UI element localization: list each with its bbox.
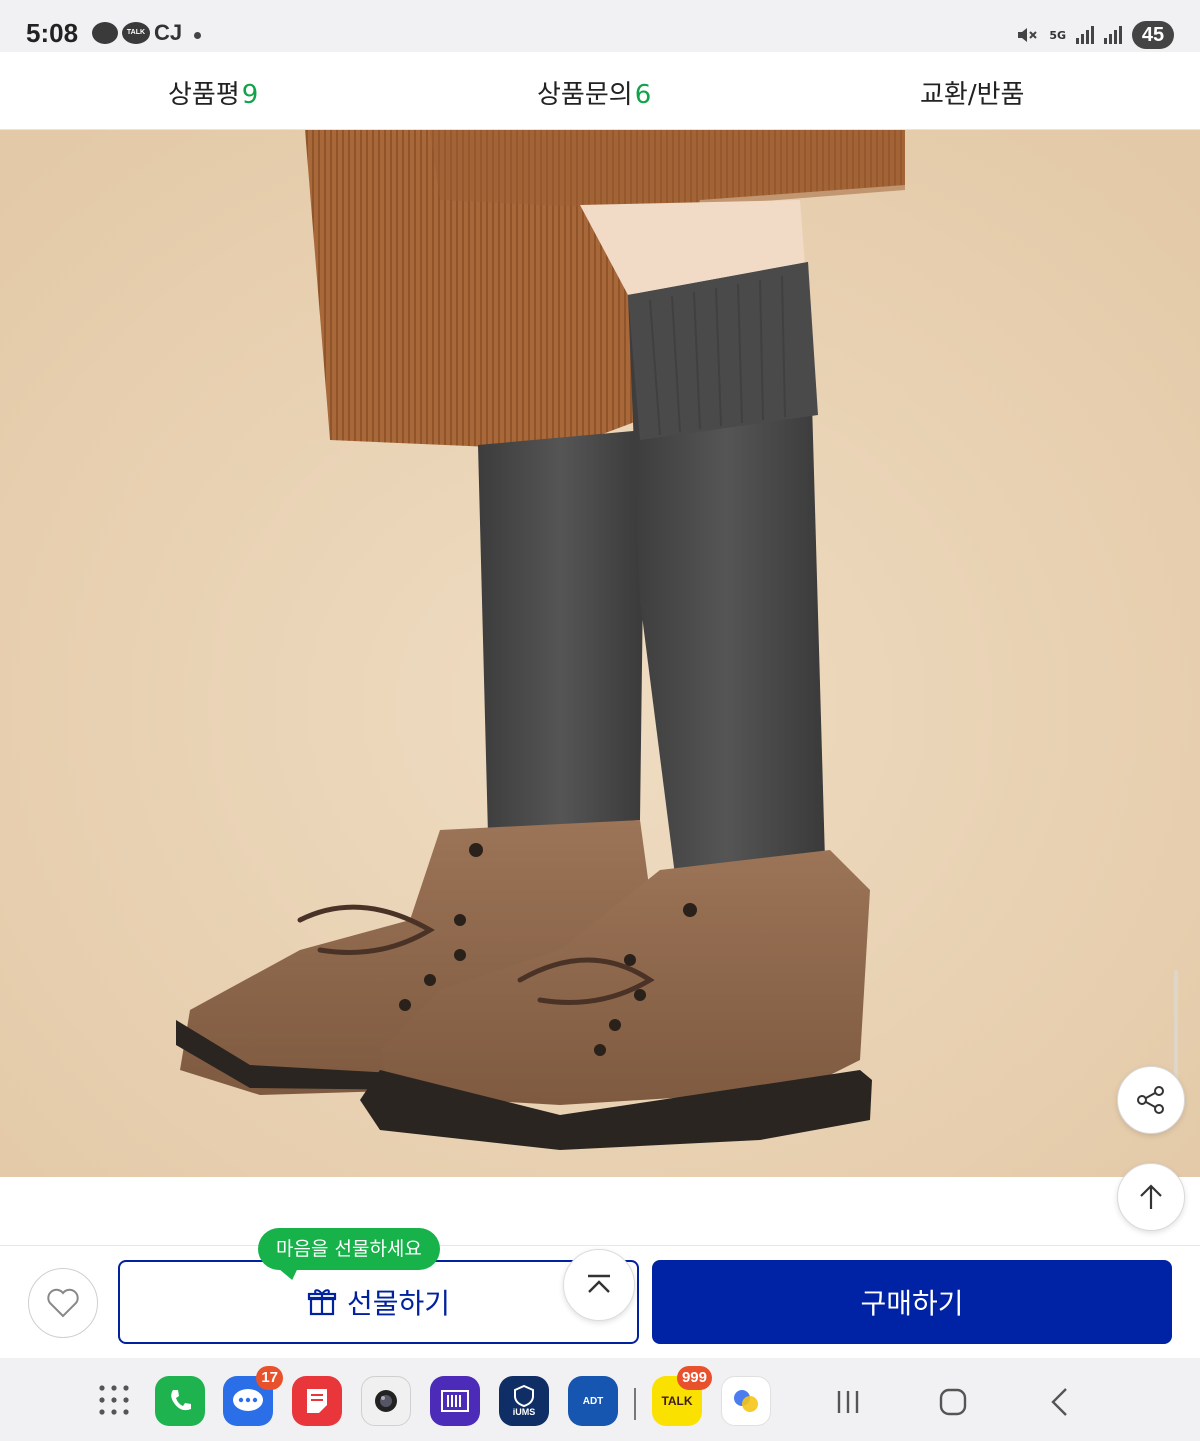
- tab-exchange-return-label: 교환/반품: [920, 80, 1025, 110]
- share-icon: [1137, 1086, 1164, 1114]
- tab-reviews-label: 상품평: [168, 80, 240, 110]
- camera-app-icon[interactable]: [361, 1376, 411, 1426]
- notes-app-icon[interactable]: [292, 1376, 342, 1426]
- gift-icon: [307, 1289, 337, 1316]
- heart-icon: [47, 1288, 79, 1318]
- assistant-icon: [734, 1390, 758, 1412]
- iums-app-icon[interactable]: iUMS: [499, 1376, 549, 1426]
- signal-icon-2: [1104, 26, 1122, 44]
- wishlist-button[interactable]: [28, 1268, 98, 1338]
- dock-divider: [634, 1388, 636, 1420]
- gift-tooltip: 마음을 선물하세요: [258, 1228, 440, 1270]
- recent-apps-button[interactable]: [826, 1380, 870, 1424]
- product-photo: [0, 130, 1200, 1177]
- assistant-app-icon[interactable]: [721, 1376, 771, 1426]
- tab-inquiries-count: 6: [634, 80, 652, 110]
- collapse-button[interactable]: [563, 1249, 635, 1321]
- gift-button-label: 선물하기: [346, 1287, 451, 1320]
- scroll-top-button[interactable]: [1117, 1163, 1185, 1231]
- status-indicators: 5G 45: [1015, 20, 1174, 50]
- adt-label: ADT: [582, 1395, 604, 1407]
- tab-exchange-return[interactable]: 교환/반품: [920, 74, 1024, 111]
- back-button[interactable]: [1038, 1380, 1082, 1424]
- shield-icon: [514, 1385, 534, 1407]
- tab-inquiries-label: 상품문의: [537, 80, 633, 110]
- tab-inquiries[interactable]: 상품문의 6: [537, 74, 651, 111]
- barcode-icon: [441, 1390, 469, 1412]
- tab-reviews-count: 9: [241, 80, 259, 110]
- chevron-up-icon: [588, 1274, 610, 1293]
- product-tabs: 상품평 9 상품문의 6 교환/반품: [0, 52, 1200, 130]
- note-icon: [307, 1389, 327, 1413]
- message-bubble-icon: [233, 1389, 263, 1411]
- scanner-app-icon[interactable]: [430, 1376, 480, 1426]
- status-time: 5:08: [26, 18, 79, 48]
- tab-reviews[interactable]: 상품평 9: [168, 74, 258, 111]
- kakaotalk-app-icon[interactable]: TALK 999: [652, 1366, 712, 1426]
- gift-button[interactable]: 선물하기: [118, 1260, 639, 1344]
- kakaotalk-badge: 999: [676, 1366, 712, 1390]
- recent-apps-icon: [837, 1391, 859, 1413]
- home-button[interactable]: [931, 1380, 975, 1424]
- network-5g-icon: 5G: [1049, 28, 1066, 42]
- more-notifications-icon: [194, 32, 201, 39]
- battery-icon: 45: [1132, 21, 1174, 49]
- chat-notification-icon: [92, 22, 118, 44]
- app-drawer-icon[interactable]: [98, 1384, 130, 1416]
- home-icon: [939, 1388, 967, 1416]
- page: 5:08 TALK CJ 5G 45 상품평 9 상품문의 6 교환/반품 선물…: [0, 0, 1200, 1441]
- phone-icon: [171, 1390, 191, 1411]
- buy-button-label: 구매하기: [860, 1287, 964, 1320]
- signal-icon: [1076, 26, 1094, 44]
- iums-label: iUMS: [512, 1407, 536, 1417]
- phone-app-icon[interactable]: [155, 1376, 205, 1426]
- adt-app-icon[interactable]: ADT: [568, 1376, 618, 1426]
- kakaotalk-label: TALK: [661, 1394, 693, 1408]
- cj-notification-icon: CJ: [154, 20, 183, 45]
- arrow-up-icon: [1140, 1184, 1162, 1209]
- navigation-bar: 17 iUMS ADT TALK 999: [0, 1358, 1200, 1441]
- kakaotalk-notification-icon: TALK: [122, 22, 150, 44]
- back-icon: [1051, 1388, 1067, 1416]
- mute-icon: [1018, 28, 1038, 42]
- messages-app-icon[interactable]: 17: [223, 1366, 283, 1426]
- camera-icon: [375, 1390, 397, 1412]
- messages-badge: 17: [256, 1366, 283, 1390]
- status-bar: 5:08 TALK CJ 5G 45: [0, 0, 1200, 52]
- buy-button[interactable]: 구매하기: [652, 1260, 1172, 1344]
- share-button[interactable]: [1117, 1066, 1185, 1134]
